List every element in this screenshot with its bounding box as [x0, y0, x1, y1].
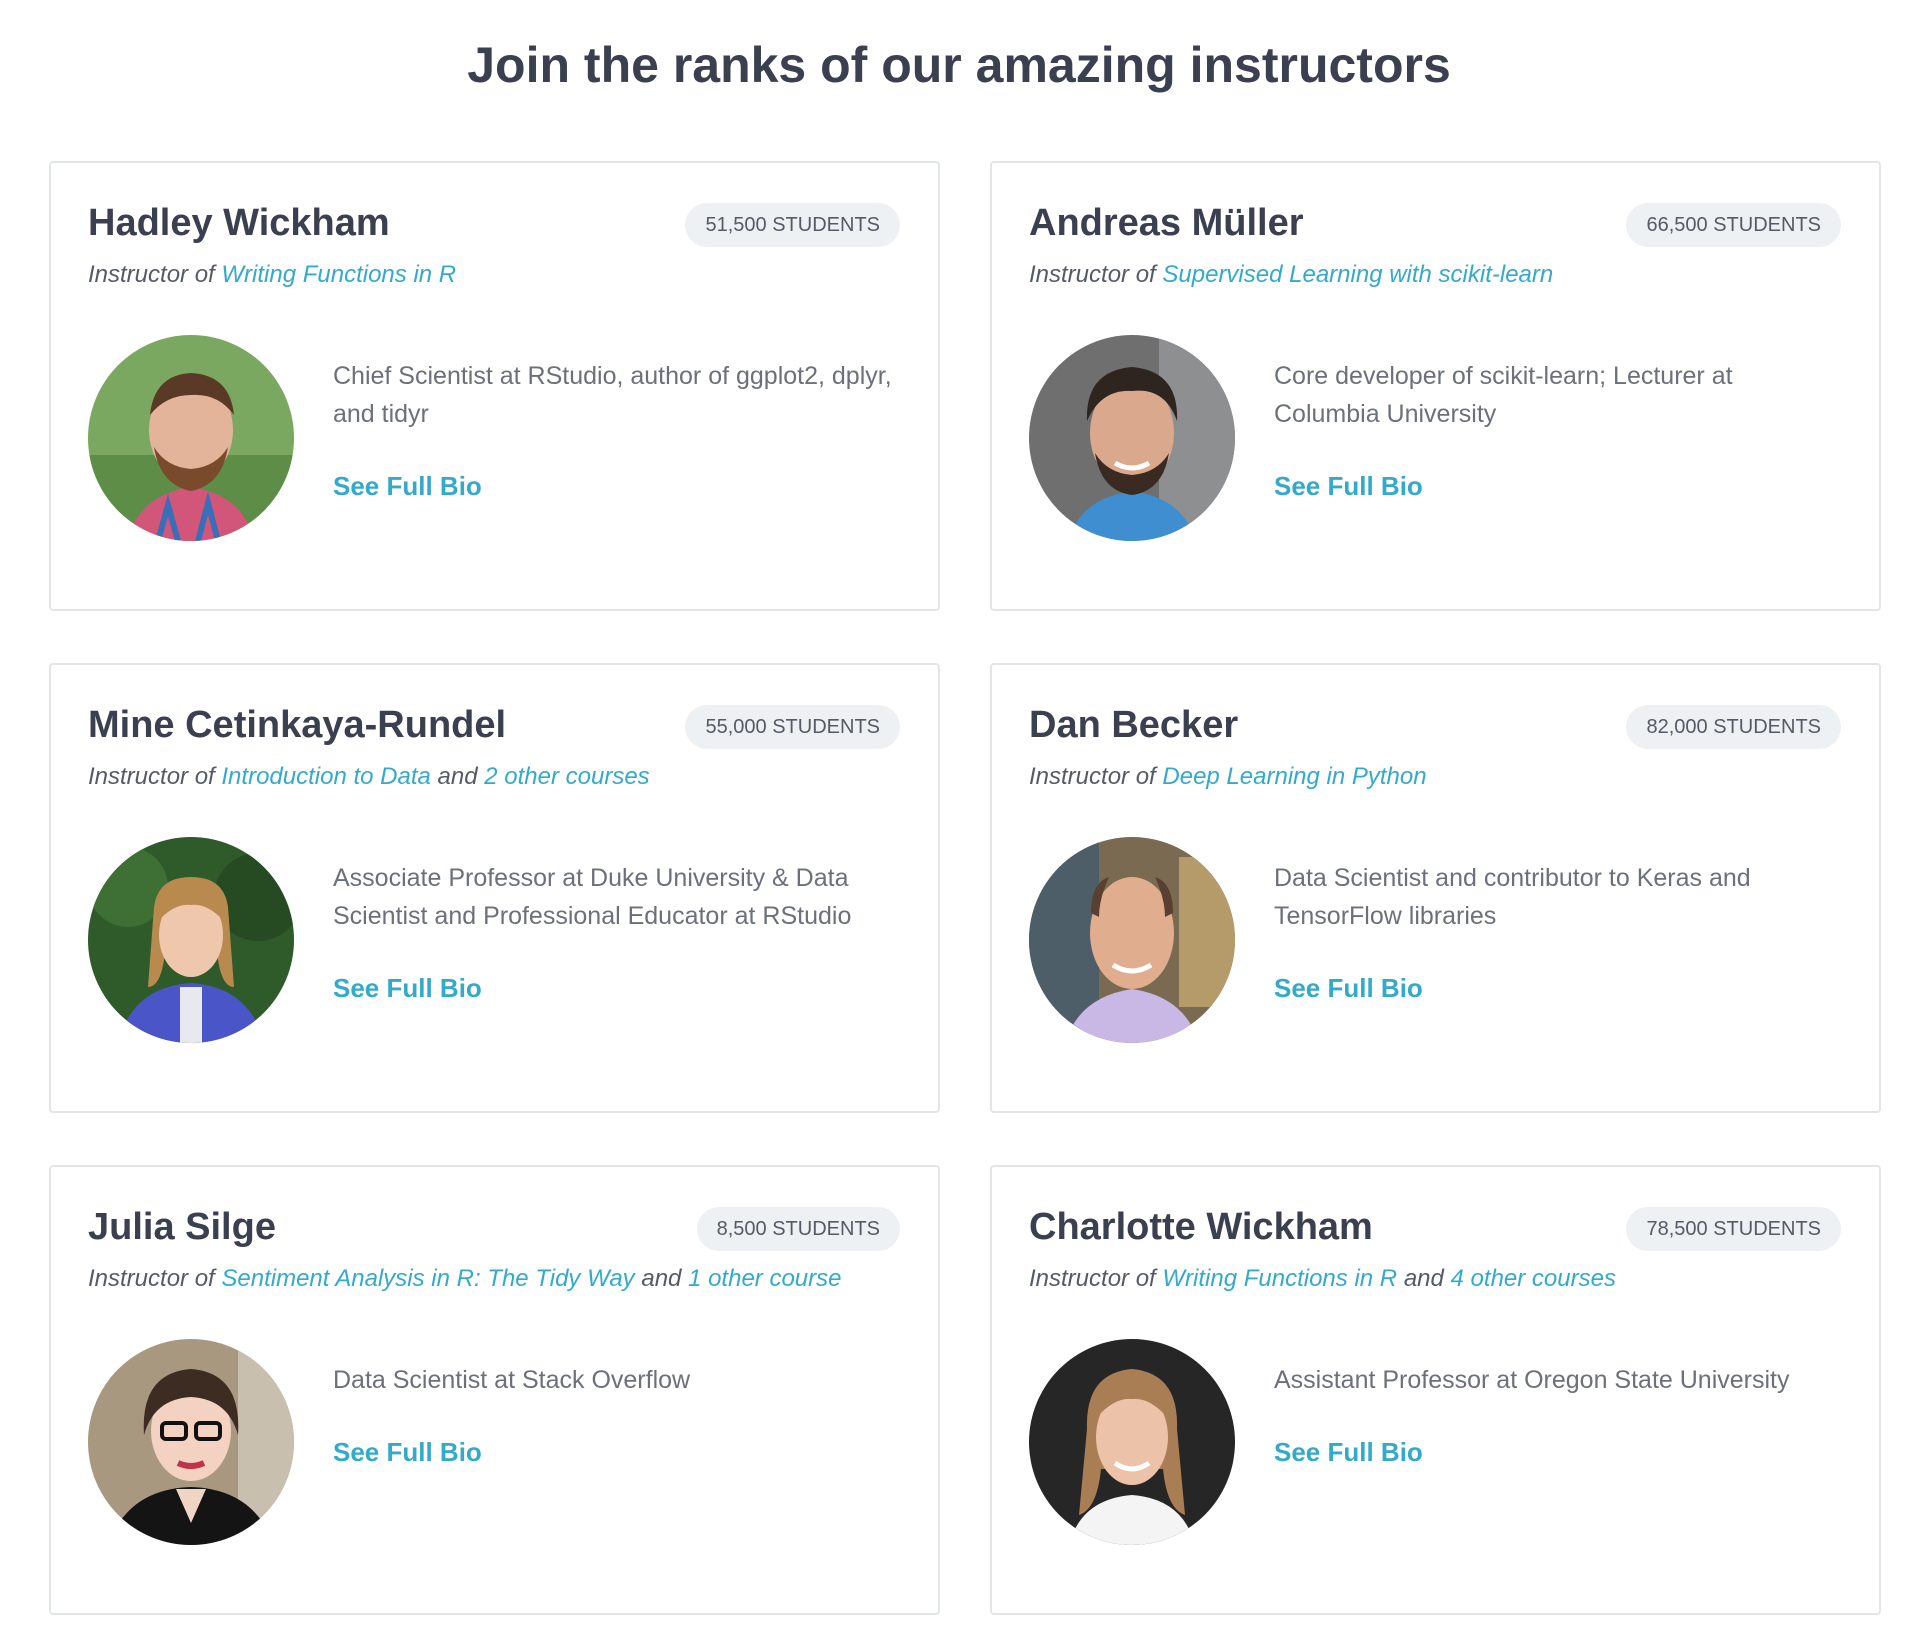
instructor-bio: Core developer of scikit-learn; Lecturer… [1274, 357, 1844, 506]
instructor-of-label: Instructor of [1029, 763, 1156, 790]
instructor-name: Andreas Müller [1029, 202, 1304, 244]
see-full-bio-link[interactable]: See Full Bio [1274, 973, 1423, 1003]
bio-text: Data Scientist at Stack Overflow [333, 1366, 691, 1394]
instructor-courses: Instructor of Sentiment Analysis in R: T… [88, 1262, 841, 1296]
bio-text: Data Scientist and contributor to Keras … [1274, 864, 1751, 930]
see-full-bio-link[interactable]: See Full Bio [1274, 1437, 1423, 1467]
instructor-card-mine-cetinkaya-rundel: Mine Cetinkaya-Rundel 55,000 STUDENTS In… [49, 663, 940, 1113]
avatar-photo [88, 837, 294, 1043]
avatar [1029, 837, 1235, 1043]
instructor-of-label: Instructor of [88, 763, 215, 790]
instructor-courses: Instructor of Introduction to Data and 2… [88, 760, 650, 794]
avatar [88, 837, 294, 1043]
bio-text: Core developer of scikit-learn; Lecturer… [1274, 362, 1733, 428]
avatar [88, 1339, 294, 1545]
course-link[interactable]: Writing Functions in R [1162, 1265, 1397, 1292]
bio-text: Chief Scientist at RStudio, author of gg… [333, 362, 892, 428]
student-count-badge: 66,500 STUDENTS [1626, 203, 1841, 247]
instructor-name: Mine Cetinkaya-Rundel [88, 704, 507, 746]
instructor-card-dan-becker: Dan Becker 82,000 STUDENTS Instructor of… [990, 663, 1881, 1113]
instructor-name: Dan Becker [1029, 704, 1239, 746]
instructor-card-andreas-muller: Andreas Müller 66,500 STUDENTS Instructo… [990, 161, 1881, 611]
course-link[interactable]: Sentiment Analysis in R: The Tidy Way [221, 1265, 634, 1292]
avatar [1029, 335, 1235, 541]
avatar [88, 335, 294, 541]
instructor-bio: Data Scientist at Stack Overflow See Ful… [333, 1361, 903, 1472]
student-count-badge: 55,000 STUDENTS [685, 705, 900, 749]
instructor-bio: Assistant Professor at Oregon State Univ… [1274, 1361, 1844, 1472]
instructor-of-label: Instructor of [1029, 261, 1156, 288]
instructor-of-label: Instructor of [88, 1265, 215, 1292]
student-count-badge: 82,000 STUDENTS [1626, 705, 1841, 749]
see-full-bio-link[interactable]: See Full Bio [333, 1437, 482, 1467]
other-courses-link[interactable]: 4 other courses [1451, 1265, 1616, 1292]
student-count-badge: 78,500 STUDENTS [1626, 1207, 1841, 1251]
see-full-bio-link[interactable]: See Full Bio [1274, 471, 1423, 501]
instructor-courses: Instructor of Writing Functions in R and… [1029, 1262, 1616, 1296]
avatar-photo [1029, 335, 1235, 541]
instructor-grid: Hadley Wickham 51,500 STUDENTS Instructo… [49, 161, 1884, 1615]
instructor-card-charlotte-wickham: Charlotte Wickham 78,500 STUDENTS Instru… [990, 1165, 1881, 1615]
instructor-bio: Chief Scientist at RStudio, author of gg… [333, 357, 903, 506]
see-full-bio-link[interactable]: See Full Bio [333, 471, 482, 501]
student-count-badge: 8,500 STUDENTS [696, 1207, 900, 1251]
see-full-bio-link[interactable]: See Full Bio [333, 973, 482, 1003]
instructor-bio: Associate Professor at Duke University &… [333, 859, 903, 1008]
avatar-photo [1029, 1339, 1235, 1545]
course-link[interactable]: Writing Functions in R [221, 261, 456, 288]
student-count-badge: 51,500 STUDENTS [685, 203, 900, 247]
avatar-photo [88, 1339, 294, 1545]
instructor-name: Charlotte Wickham [1029, 1206, 1373, 1248]
course-link[interactable]: Deep Learning in Python [1162, 763, 1426, 790]
other-courses-link[interactable]: 2 other courses [484, 763, 649, 790]
instructor-name: Julia Silge [88, 1206, 276, 1248]
and-connector: and [437, 763, 478, 790]
instructor-of-label: Instructor of [1029, 1265, 1156, 1292]
instructor-courses: Instructor of Writing Functions in R [88, 258, 456, 292]
course-link[interactable]: Introduction to Data [221, 763, 430, 790]
and-connector: and [641, 1265, 682, 1292]
avatar-photo [88, 335, 294, 541]
page-title: Join the ranks of our amazing instructor… [467, 37, 1451, 93]
instructor-name: Hadley Wickham [88, 202, 390, 244]
instructor-of-label: Instructor of [88, 261, 215, 288]
instructor-card-julia-silge: Julia Silge 8,500 STUDENTS Instructor of… [49, 1165, 940, 1615]
course-link[interactable]: Supervised Learning with scikit-learn [1162, 261, 1553, 288]
other-courses-link[interactable]: 1 other course [688, 1265, 841, 1292]
instructor-courses: Instructor of Deep Learning in Python [1029, 760, 1427, 794]
instructor-card-hadley-wickham: Hadley Wickham 51,500 STUDENTS Instructo… [49, 161, 940, 611]
bio-text: Associate Professor at Duke University &… [333, 864, 852, 930]
bio-text: Assistant Professor at Oregon State Univ… [1274, 1366, 1790, 1394]
instructor-bio: Data Scientist and contributor to Keras … [1274, 859, 1844, 1008]
avatar-photo [1029, 837, 1235, 1043]
and-connector: and [1403, 1265, 1444, 1292]
instructor-courses: Instructor of Supervised Learning with s… [1029, 258, 1553, 292]
avatar [1029, 1339, 1235, 1545]
